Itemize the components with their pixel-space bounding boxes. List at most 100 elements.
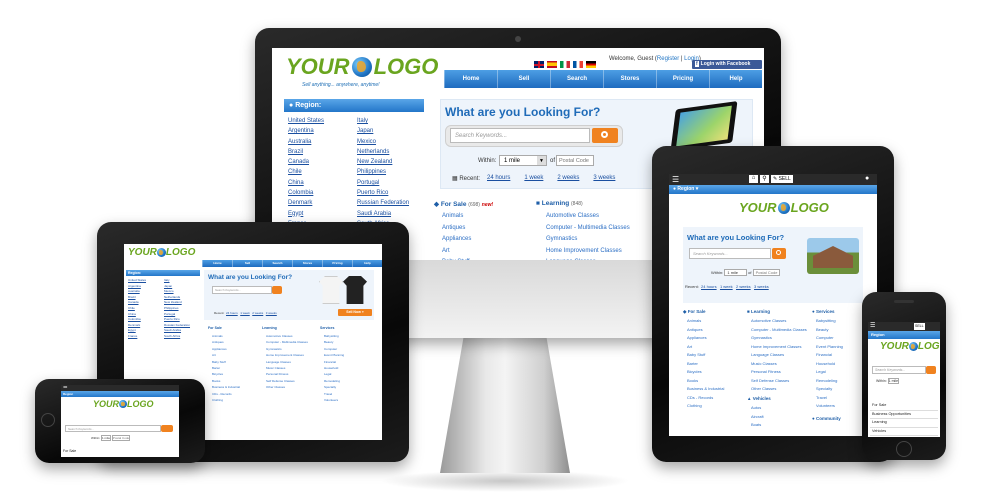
ipad-recent-24[interactable]: 24 hours [226,311,238,315]
site-logo[interactable]: YOUR LOGO [286,54,438,80]
phone-left-for-sale[interactable]: For Sale [63,449,76,453]
phone-list-item[interactable]: Vehicles [870,428,938,436]
tablet-services-item[interactable]: Remodeling [816,377,843,386]
tablet-services-item[interactable]: Computer [816,334,843,343]
ipad-recent-3w[interactable]: 3 weeks [266,311,277,315]
ipad-region-link[interactable]: France [128,334,146,340]
learning-item[interactable]: Computer - Multimedia Classes [546,223,630,235]
phone-within-value[interactable]: 1 mile [887,378,900,384]
phone-region-bar[interactable]: Region [868,331,940,339]
tablet-vehicles-item[interactable]: Autos [751,404,764,413]
region-link[interactable]: Puerto Rico [357,188,409,198]
phone-list-item[interactable]: Learning [870,419,938,428]
flag-uk-icon[interactable] [534,61,544,69]
ipad-services-item[interactable]: Volunteers [324,397,344,403]
tablet-learning-item[interactable]: Language Classes [751,351,807,360]
for-sale-header[interactable]: ◆ For Sale (698) new! [434,200,493,208]
tablet-learning-item[interactable]: Music Classes [751,360,807,369]
tablet-recent-2w[interactable]: 2 weeks [736,284,751,289]
tablet-learning-item[interactable]: Personal Fitness [751,368,807,377]
phone-logo[interactable]: YOUR LOGO [880,341,940,352]
phone-right-home-button[interactable] [896,441,912,457]
ipad-nav-home[interactable]: Home [202,260,232,267]
tablet-recent-1w[interactable]: 1 week [720,284,733,289]
within-select[interactable]: 1 mile ▼ [499,155,547,166]
tablet-search-input[interactable]: Search Keywords... [689,248,771,259]
region-link[interactable]: Canada [288,157,324,167]
phone-list-item[interactable]: For Sale [870,402,938,411]
ipad-for-sale-header[interactable]: For Sale [208,326,222,330]
tablet-for-sale-item[interactable]: Books [687,377,724,386]
recent-2-weeks[interactable]: 2 weeks [557,175,579,181]
ipad-learning-item[interactable]: Computer - Multimedia Classes [266,339,308,345]
tablet-search-button[interactable] [772,248,786,259]
tablet-community-header[interactable]: ● Community [812,416,841,421]
tablet-for-sale-item[interactable]: Animals [687,317,724,326]
tablet-for-sale-item[interactable]: Business & Industrial [687,385,724,394]
menu-icon[interactable]: ☰ [672,175,679,184]
tablet-learning-item[interactable]: Gymnastics [751,334,807,343]
register-link[interactable]: Register [657,56,679,62]
tablet-postal-input[interactable]: Postal Code [752,269,781,276]
ipad-sell-now-button[interactable]: Sell Now » [338,309,372,316]
tablet-for-sale-item[interactable]: Bicycles [687,368,724,377]
phone-left-region-bar[interactable]: Region [61,391,179,397]
tablet-within-value[interactable]: 1 mile [724,269,748,276]
tablet-vehicles-item[interactable]: Aircraft [751,413,764,422]
tablet-services-item[interactable]: Specialty [816,385,843,394]
postal-code-input[interactable]: Postal Code [556,155,594,166]
tablet-learning-item[interactable]: Home Improvement Classes [751,343,807,352]
tablet-learning-item[interactable]: Automotive Classes [751,317,807,326]
ipad-for-sale-item[interactable]: Business & Industrial [212,384,240,390]
phone-left-home-button[interactable] [41,413,55,427]
tablet-vehicles-item[interactable]: Boats [751,421,764,430]
tablet-for-sale-item[interactable]: Antiques [687,326,724,335]
phone-list-item[interactable]: Business Opportunities [870,411,938,419]
home-icon[interactable]: ⌂ [749,175,758,183]
flag-france-icon[interactable] [573,61,583,69]
region-link[interactable]: Saudi Arabia [357,209,409,219]
tablet-for-sale-item[interactable]: CDs - Records [687,394,724,403]
nav-sell[interactable]: Sell [497,70,550,88]
phone-search-button[interactable] [926,366,936,374]
tablet-learning-header[interactable]: ■ Learning [747,309,770,314]
learning-item[interactable]: Gymnastics [546,234,630,246]
menu-icon[interactable]: ☰ [63,385,67,390]
phone-left-search-input[interactable]: Search Keywords... [65,425,161,432]
region-link[interactable]: Colombia [288,188,324,198]
nav-stores[interactable]: Stores [603,70,656,88]
nav-help[interactable]: Help [709,70,762,88]
tablet-vehicles-header[interactable]: ▲ Vehicles [747,396,771,401]
phone-left-postal[interactable]: Postal Code [111,435,131,441]
phone-sell-button[interactable]: SELL [914,323,925,330]
ipad-recent-1w[interactable]: 1 week [240,311,250,315]
learning-header[interactable]: ■ Learning (848) [536,200,583,207]
region-link[interactable]: Netherlands [357,147,409,157]
ipad-search-input[interactable]: Search Keywords... [212,286,272,294]
nav-search[interactable]: Search [550,70,603,88]
tablet-for-sale-item[interactable]: Baby Stuff [687,351,724,360]
tablet-sell-button[interactable]: ✎ SELL [771,175,793,183]
tablet-logo[interactable]: YOUR LOGO [739,200,829,215]
learning-item[interactable]: Language Classes [546,257,630,260]
region-link[interactable]: Argentina [288,126,324,136]
for-sale-item[interactable]: Antiques [442,223,498,235]
region-link[interactable]: Egypt [288,209,324,219]
recent-3-weeks[interactable]: 3 weeks [593,175,615,181]
region-link[interactable]: Mexico [357,137,409,147]
region-link[interactable]: United States [288,116,324,126]
ipad-learning-item[interactable]: Other Classes [266,384,308,390]
tablet-for-sale-header[interactable]: ◆ For Sale [683,309,705,315]
ipad-learning-header[interactable]: Learning [262,326,277,330]
menu-icon[interactable]: ☰ [870,322,875,329]
phone-left-logo[interactable]: YOUR LOGO [93,399,154,409]
ipad-search-button[interactable] [272,286,282,294]
region-link[interactable]: Denmark [288,198,324,208]
tablet-services-item[interactable]: Household [816,360,843,369]
facebook-login-button[interactable]: f Login with Facebook [692,60,762,69]
region-link[interactable]: Brazil [288,147,324,157]
recent-1-week[interactable]: 1 week [524,175,543,181]
tablet-recent-3w[interactable]: 3 weeks [754,284,769,289]
region-link[interactable]: Philippines [357,167,409,177]
ipad-nav-stores[interactable]: Stores [292,260,322,267]
